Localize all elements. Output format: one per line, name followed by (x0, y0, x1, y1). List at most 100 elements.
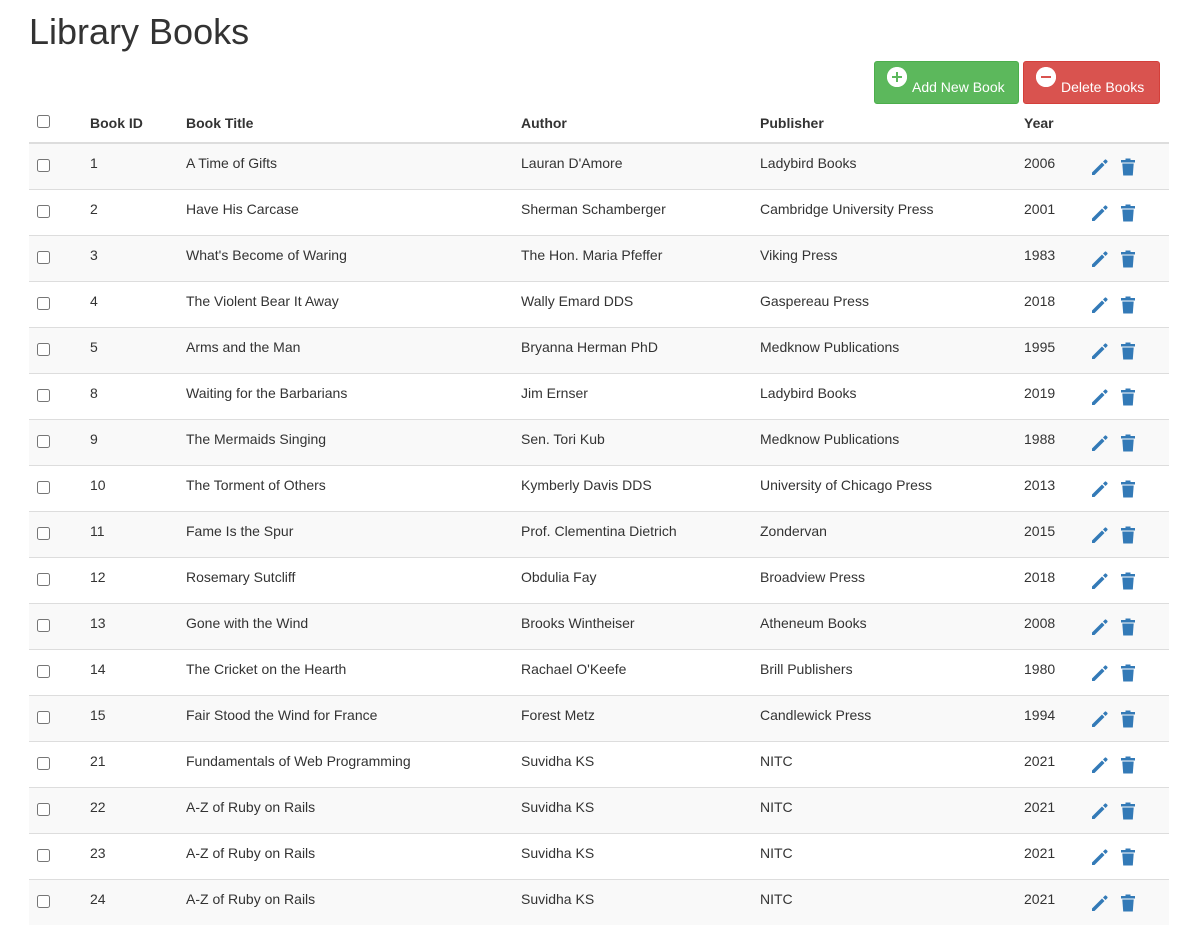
edit-pencil-icon[interactable] (1090, 893, 1110, 913)
book-title: The Mermaids Singing (186, 430, 327, 447)
book-title: Waiting for the Barbarians (186, 384, 348, 401)
table-row: 21 Fundamentals of Web Programming Suvid… (29, 741, 1169, 788)
column-header-publisher[interactable]: Publisher (752, 104, 1016, 144)
row-checkbox[interactable] (37, 296, 50, 310)
row-checkbox[interactable] (37, 342, 50, 356)
publisher: Medknow Publications (760, 430, 900, 447)
publisher: NITC (760, 798, 793, 815)
publisher: Gaspereau Press (760, 292, 869, 309)
edit-pencil-icon[interactable] (1090, 387, 1110, 407)
row-actions (1090, 801, 1161, 821)
delete-trash-icon[interactable] (1118, 295, 1138, 315)
edit-pencil-icon[interactable] (1090, 571, 1110, 591)
minus-circle-icon (1036, 66, 1056, 87)
delete-trash-icon[interactable] (1118, 387, 1138, 407)
book-title-cell: The Violent Bear It Away (178, 281, 513, 328)
row-checkbox[interactable] (37, 802, 50, 816)
row-checkbox[interactable] (37, 756, 50, 770)
author-cell: Bryanna Herman PhD (513, 327, 752, 374)
library-books-page: Library Books Add New Book Delete Books (0, 0, 1189, 939)
year: 2013 (1024, 476, 1056, 493)
delete-trash-icon[interactable] (1118, 203, 1138, 223)
edit-pencil-icon[interactable] (1090, 847, 1110, 867)
actions-cell (1082, 373, 1169, 420)
year: 2021 (1024, 752, 1056, 769)
delete-trash-icon[interactable] (1118, 893, 1138, 913)
delete-trash-icon[interactable] (1118, 801, 1138, 821)
row-checkbox[interactable] (37, 848, 50, 862)
book-id-cell: 14 (82, 649, 178, 696)
edit-pencil-icon[interactable] (1090, 479, 1110, 499)
edit-pencil-icon[interactable] (1090, 801, 1110, 821)
actions-cell (1082, 327, 1169, 374)
author: Prof. Clementina Dietrich (521, 522, 677, 539)
table-row: 14 The Cricket on the Hearth Rachael O'K… (29, 649, 1169, 696)
column-header-year[interactable]: Year (1016, 104, 1082, 144)
publisher-cell: NITC (752, 833, 1016, 880)
year-cell: 2015 (1016, 511, 1082, 558)
delete-trash-icon[interactable] (1118, 525, 1138, 545)
row-checkbox[interactable] (37, 480, 50, 494)
author: Wally Emard DDS (521, 292, 634, 309)
edit-pencil-icon[interactable] (1090, 203, 1110, 223)
row-actions (1090, 157, 1161, 177)
row-checkbox[interactable] (37, 618, 50, 632)
delete-trash-icon[interactable] (1118, 847, 1138, 867)
row-checkbox[interactable] (37, 434, 50, 448)
edit-pencil-icon[interactable] (1090, 249, 1110, 269)
book-id: 8 (90, 384, 98, 401)
author: Sen. Tori Kub (521, 430, 605, 447)
book-id: 11 (90, 522, 105, 539)
edit-pencil-icon[interactable] (1090, 157, 1110, 177)
book-id-cell: 23 (82, 833, 178, 880)
delete-trash-icon[interactable] (1118, 341, 1138, 361)
row-checkbox[interactable] (37, 526, 50, 540)
row-checkbox[interactable] (37, 158, 50, 172)
add-new-book-button[interactable]: Add New Book (874, 61, 1019, 104)
book-title-cell: Rosemary Sutcliff (178, 557, 513, 604)
row-checkbox[interactable] (37, 572, 50, 586)
edit-pencil-icon[interactable] (1090, 755, 1110, 775)
delete-trash-icon[interactable] (1118, 617, 1138, 637)
column-header-author[interactable]: Author (513, 104, 752, 144)
author-cell: Lauran D'Amore (513, 142, 752, 190)
delete-trash-icon[interactable] (1118, 663, 1138, 683)
edit-pencil-icon[interactable] (1090, 663, 1110, 683)
delete-trash-icon[interactable] (1118, 709, 1138, 729)
row-checkbox[interactable] (37, 664, 50, 678)
actions-cell (1082, 833, 1169, 880)
publisher-cell: Cambridge University Press (752, 189, 1016, 236)
row-checkbox[interactable] (37, 894, 50, 908)
row-checkbox[interactable] (37, 204, 50, 218)
book-id: 9 (90, 430, 98, 447)
edit-pencil-icon[interactable] (1090, 617, 1110, 637)
delete-trash-icon[interactable] (1118, 249, 1138, 269)
book-title-cell: A Time of Gifts (178, 142, 513, 190)
page-title: Library Books (29, 11, 250, 52)
delete-trash-icon[interactable] (1118, 571, 1138, 591)
column-header-book-id[interactable]: Book ID (82, 104, 178, 144)
select-all-checkbox[interactable] (37, 115, 50, 128)
book-title: What's Become of Waring (186, 246, 347, 263)
edit-pencil-icon[interactable] (1090, 433, 1110, 453)
edit-pencil-icon[interactable] (1090, 341, 1110, 361)
book-title: The Cricket on the Hearth (186, 660, 347, 677)
delete-trash-icon[interactable] (1118, 157, 1138, 177)
book-id: 21 (90, 752, 106, 769)
publisher: Ladybird Books (760, 384, 857, 401)
edit-pencil-icon[interactable] (1090, 295, 1110, 315)
delete-books-button[interactable]: Delete Books (1023, 61, 1160, 104)
row-checkbox[interactable] (37, 250, 50, 264)
edit-pencil-icon[interactable] (1090, 525, 1110, 545)
actions-cell (1082, 787, 1169, 834)
author: Jim Ernser (521, 384, 588, 401)
delete-trash-icon[interactable] (1118, 755, 1138, 775)
row-checkbox[interactable] (37, 710, 50, 724)
edit-pencil-icon[interactable] (1090, 709, 1110, 729)
book-id-cell: 24 (82, 879, 178, 925)
year: 2019 (1024, 384, 1056, 401)
delete-trash-icon[interactable] (1118, 479, 1138, 499)
row-checkbox[interactable] (37, 388, 50, 402)
column-header-book-title[interactable]: Book Title (178, 104, 513, 144)
delete-trash-icon[interactable] (1118, 433, 1138, 453)
